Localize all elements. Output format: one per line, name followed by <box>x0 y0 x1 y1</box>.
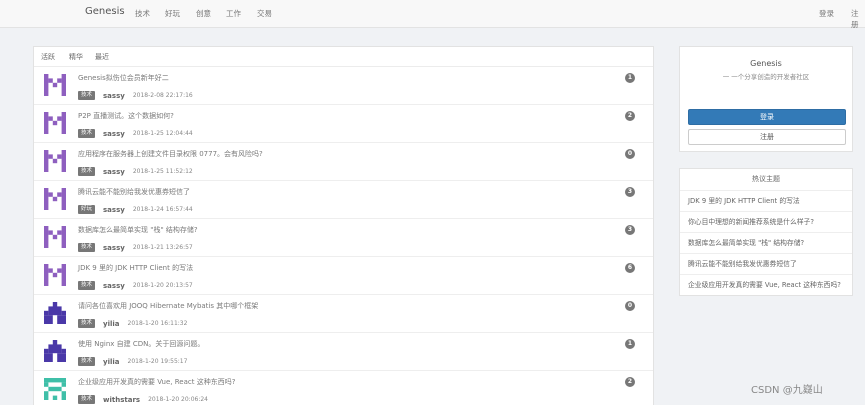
topic-list-panel: 活跃 精华 最近 Genesis拟伤位会员新年好二 技术 sassy 2018-2-… <box>33 46 654 405</box>
avatar-identicon[interactable] <box>44 340 66 362</box>
nav-register-link[interactable]: 注册 <box>851 8 865 30</box>
topic-date: 2018-2-08 22:17:16 <box>132 92 193 99</box>
reply-count-badge: 0 <box>625 301 635 311</box>
node-badge[interactable]: 好玩 <box>78 205 96 214</box>
topic-row[interactable]: 应用程序在服务器上创建文件目录权限 0777。会有风险吗? 技术 sassy 201… <box>34 143 653 181</box>
topic-row[interactable]: 腾讯云能不能别给我发优惠券短信了 好玩 sassy 2018-1-24 16:57:… <box>34 181 653 219</box>
hot-topic-item[interactable]: 企业级应用开发真的需要 Vue, React 这种东西吗? <box>680 275 852 295</box>
topic-title[interactable]: Genesis拟伤位会员新年好二 <box>78 73 169 83</box>
node-badge[interactable]: 技术 <box>78 243 96 252</box>
topic-date: 2018-1-25 12:04:44 <box>132 130 193 137</box>
node-badge[interactable]: 技术 <box>78 395 96 404</box>
topic-meta: 技术 sassy 2018-1-25 12:04:44 <box>78 123 193 138</box>
topic-meta: 技术 sassy 2018-1-25 11:52:12 <box>78 161 193 176</box>
reply-count-badge: 6 <box>625 263 635 273</box>
avatar-identicon[interactable] <box>44 150 66 172</box>
topic-meta: 技术 sassy 2018-1-21 13:26:57 <box>78 237 193 252</box>
topic-author[interactable]: yilia <box>103 358 120 366</box>
hot-topics-panel: 热议主题 JDK 9 里的 JDK HTTP Client 的写法 你心目中理想… <box>679 168 853 296</box>
topic-title[interactable]: 数据库怎么最简单实现 "栈" 结构存储? <box>78 225 198 235</box>
topic-author[interactable]: sassy <box>103 206 125 214</box>
topic-row[interactable]: Genesis拟伤位会员新年好二 技术 sassy 2018-2-08 22:17:… <box>34 67 653 105</box>
topic-meta: 技术 yilia 2018-1-20 19:55:17 <box>78 351 187 366</box>
register-button[interactable]: 注册 <box>688 129 846 145</box>
topic-title[interactable]: JDK 9 里的 JDK HTTP Client 的写法 <box>78 263 193 273</box>
avatar-identicon[interactable] <box>44 226 66 248</box>
node-badge[interactable]: 技术 <box>78 319 96 328</box>
topic-date: 2018-1-25 11:52:12 <box>132 168 193 175</box>
topic-author[interactable]: sassy <box>103 282 125 290</box>
topic-title[interactable]: 企业级应用开发真的需要 Vue, React 这种东西吗? <box>78 377 235 387</box>
topic-author[interactable]: withstars <box>103 396 140 404</box>
topic-date: 2018-1-24 16:57:44 <box>132 206 193 213</box>
topic-meta: 技术 withstars 2018-1-20 20:06:24 <box>78 389 208 404</box>
node-badge[interactable]: 技术 <box>78 357 96 366</box>
login-button[interactable]: 登录 <box>688 109 846 125</box>
topic-tabs: 活跃 精华 最近 <box>34 47 653 67</box>
reply-count-badge: 0 <box>625 149 635 159</box>
hot-topic-item[interactable]: 数据库怎么最简单实现 "栈" 结构存储? <box>680 233 852 254</box>
topic-row[interactable]: P2P 直播测试。这个数据如何? 技术 sassy 2018-1-25 12:04:… <box>34 105 653 143</box>
topic-row[interactable]: 请问各位喜欢用 JOOQ Hibernate Mybatis 其中哪个框架 技术… <box>34 295 653 333</box>
topic-meta: 好玩 sassy 2018-1-24 16:57:44 <box>78 199 193 214</box>
site-slogan: 一 一个分享创造的开发者社区 <box>722 73 810 81</box>
topic-title[interactable]: 请问各位喜欢用 JOOQ Hibernate Mybatis 其中哪个框架 <box>78 301 258 311</box>
topic-meta: 技术 sassy 2018-2-08 22:17:16 <box>78 85 193 100</box>
tab-active[interactable]: 活跃 <box>41 52 55 62</box>
topic-author[interactable]: sassy <box>103 130 125 138</box>
topic-author[interactable]: sassy <box>103 244 125 252</box>
topic-row[interactable]: JDK 9 里的 JDK HTTP Client 的写法 技术 sassy 2018… <box>34 257 653 295</box>
node-badge[interactable]: 技术 <box>78 167 96 176</box>
reply-count-badge: 1 <box>625 339 635 349</box>
topic-row[interactable]: 使用 Nginx 自建 CDN。关于回源问题。 技术 yilia 2018-1-20… <box>34 333 653 371</box>
topic-date: 2018-1-20 20:13:57 <box>132 282 193 289</box>
csdn-watermark: CSDN @九嶷山 <box>751 385 823 396</box>
node-badge[interactable]: 技术 <box>78 129 96 138</box>
topic-meta: 技术 sassy 2018-1-20 20:13:57 <box>78 275 193 290</box>
topic-title[interactable]: 使用 Nginx 自建 CDN。关于回源问题。 <box>78 339 204 349</box>
nav-link-jobs[interactable]: 工作 <box>226 8 241 19</box>
hot-topic-item[interactable]: 腾讯云能不能别给我发优惠券短信了 <box>680 254 852 275</box>
reply-count-badge: 2 <box>625 111 635 121</box>
reply-count-badge: 1 <box>625 73 635 83</box>
topic-author[interactable]: yilia <box>103 320 120 328</box>
hot-topic-item[interactable]: 你心目中理想的新闻推荐系统是什么样子? <box>680 212 852 233</box>
avatar-identicon[interactable] <box>44 378 66 400</box>
reply-count-badge: 3 <box>625 187 635 197</box>
topic-date: 2018-1-20 20:06:24 <box>148 396 208 403</box>
reply-count-badge: 2 <box>625 377 635 387</box>
site-title: Genesis <box>750 59 782 68</box>
avatar-identicon[interactable] <box>44 264 66 286</box>
avatar-identicon[interactable] <box>44 302 66 324</box>
hot-topics-heading: 热议主题 <box>680 169 852 191</box>
nav-link-fun[interactable]: 好玩 <box>165 8 180 19</box>
nav-link-creative[interactable]: 创意 <box>196 8 211 19</box>
tab-featured[interactable]: 精华 <box>69 52 83 62</box>
tab-recent[interactable]: 最近 <box>95 52 109 62</box>
topic-title[interactable]: 应用程序在服务器上创建文件目录权限 0777。会有风险吗? <box>78 149 263 159</box>
reply-count-badge: 3 <box>625 225 635 235</box>
site-info-panel: Genesis 一 一个分享创造的开发者社区 登录 注册 <box>679 46 853 152</box>
topic-title[interactable]: 腾讯云能不能别给我发优惠券短信了 <box>78 187 190 197</box>
brand-logo[interactable]: Genesis <box>85 6 125 17</box>
topic-author[interactable]: sassy <box>103 92 125 100</box>
avatar-identicon[interactable] <box>44 112 66 134</box>
node-badge[interactable]: 技术 <box>78 91 96 100</box>
topic-title[interactable]: P2P 直播测试。这个数据如何? <box>78 111 174 121</box>
avatar-identicon[interactable] <box>44 74 66 96</box>
nav-login-link[interactable]: 登录 <box>819 8 834 19</box>
topic-meta: 技术 yilia 2018-1-20 16:11:32 <box>78 313 187 328</box>
topic-row[interactable]: 企业级应用开发真的需要 Vue, React 这种东西吗? 技术 withstar… <box>34 371 653 405</box>
avatar-identicon[interactable] <box>44 188 66 210</box>
topic-date: 2018-1-20 19:55:17 <box>127 358 188 365</box>
nav-link-tech[interactable]: 技术 <box>135 8 150 19</box>
nav-link-trade[interactable]: 交易 <box>257 8 272 19</box>
topic-date: 2018-1-21 13:26:57 <box>132 244 193 251</box>
top-navbar: Genesis 技术 好玩 创意 工作 交易 登录 注册 <box>0 0 865 30</box>
topic-row[interactable]: 数据库怎么最简单实现 "栈" 结构存储? 技术 sassy 2018-1-21 13… <box>34 219 653 257</box>
topic-date: 2018-1-20 16:11:32 <box>127 320 188 327</box>
hot-topic-item[interactable]: JDK 9 里的 JDK HTTP Client 的写法 <box>680 191 852 212</box>
topic-author[interactable]: sassy <box>103 168 125 176</box>
node-badge[interactable]: 技术 <box>78 281 96 290</box>
